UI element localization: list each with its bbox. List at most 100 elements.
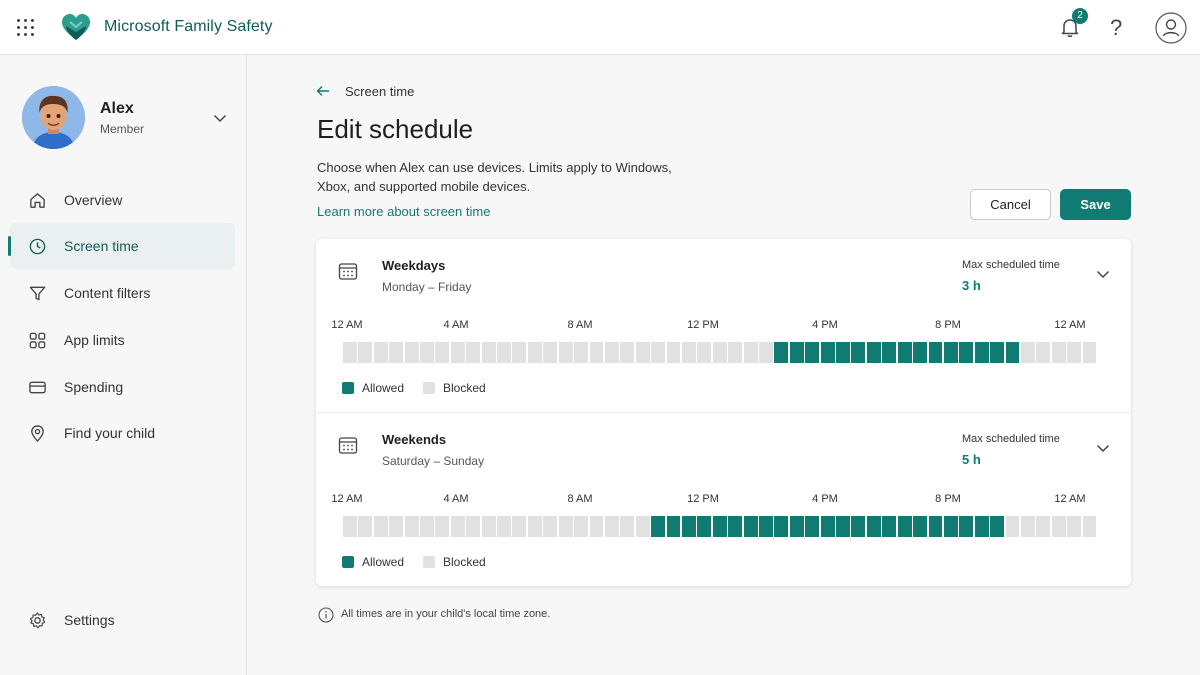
time-slot[interactable] [728,516,743,537]
time-slot[interactable] [604,516,619,537]
time-slot[interactable] [404,516,419,537]
time-slot[interactable] [389,516,404,537]
time-slot[interactable] [820,342,835,363]
time-slot[interactable] [666,516,681,537]
time-slot[interactable] [420,516,434,537]
profile-switcher[interactable]: Alex Member [22,86,232,150]
time-slot[interactable] [1020,516,1035,537]
time-slot[interactable] [943,342,958,363]
schedule-grid[interactable] [343,516,1098,537]
time-slot[interactable] [435,342,450,363]
time-slot[interactable] [497,342,511,363]
time-slot[interactable] [620,516,635,537]
time-slot[interactable] [589,342,604,363]
time-slot[interactable] [651,516,666,537]
help-icon[interactable]: ? [1110,15,1130,41]
time-slot[interactable] [728,342,743,363]
learn-more-link[interactable]: Learn more about screen time [317,204,490,219]
sidebar-item-overview[interactable]: Overview [10,177,235,223]
sidebar-item-screen-time[interactable]: Screen time [8,223,235,269]
time-slot[interactable] [358,342,373,363]
time-slot[interactable] [481,342,496,363]
time-slot[interactable] [743,342,758,363]
time-slot[interactable] [681,342,696,363]
chevron-down-icon[interactable] [1095,266,1111,282]
time-slot[interactable] [420,342,434,363]
time-slot[interactable] [866,342,881,363]
time-slot[interactable] [1005,342,1020,363]
time-slot[interactable] [497,516,511,537]
schedule-grid[interactable] [343,342,1098,363]
time-slot[interactable] [389,342,404,363]
time-slot[interactable] [466,342,481,363]
time-slot[interactable] [620,342,635,363]
time-slot[interactable] [1020,342,1035,363]
time-slot[interactable] [1051,516,1066,537]
time-slot[interactable] [635,516,650,537]
time-slot[interactable] [543,516,558,537]
time-slot[interactable] [712,342,727,363]
time-slot[interactable] [512,342,527,363]
time-slot[interactable] [974,342,989,363]
time-slot[interactable] [928,516,943,537]
time-slot[interactable] [651,342,666,363]
time-slot[interactable] [435,516,450,537]
time-slot[interactable] [774,516,789,537]
time-slot[interactable] [343,516,357,537]
app-launcher-icon[interactable] [17,19,35,37]
time-slot[interactable] [882,516,897,537]
time-slot[interactable] [836,342,850,363]
time-slot[interactable] [543,342,558,363]
save-button[interactable]: Save [1060,189,1131,220]
time-slot[interactable] [836,516,850,537]
time-slot[interactable] [681,516,696,537]
time-slot[interactable] [450,516,465,537]
time-slot[interactable] [959,342,974,363]
time-slot[interactable] [974,516,989,537]
sidebar-item-app-limits[interactable]: App limits [10,317,235,363]
time-slot[interactable] [574,516,589,537]
time-slot[interactable] [805,516,820,537]
time-slot[interactable] [882,342,897,363]
time-slot[interactable] [589,516,604,537]
time-slot[interactable] [1036,342,1051,363]
time-slot[interactable] [697,516,712,537]
time-slot[interactable] [512,516,527,537]
time-slot[interactable] [897,342,912,363]
time-slot[interactable] [743,516,758,537]
time-slot[interactable] [697,342,712,363]
time-slot[interactable] [990,342,1005,363]
breadcrumb[interactable]: Screen time [345,84,414,99]
time-slot[interactable] [343,342,357,363]
time-slot[interactable] [789,516,804,537]
time-slot[interactable] [481,516,496,537]
time-slot[interactable] [527,342,542,363]
time-slot[interactable] [789,342,804,363]
time-slot[interactable] [774,342,789,363]
time-slot[interactable] [404,342,419,363]
time-slot[interactable] [1051,342,1066,363]
time-slot[interactable] [373,342,388,363]
time-slot[interactable] [558,342,573,363]
time-slot[interactable] [1067,342,1082,363]
time-slot[interactable] [358,516,373,537]
time-slot[interactable] [805,342,820,363]
time-slot[interactable] [527,516,542,537]
sidebar-item-find-your-child[interactable]: Find your child [10,410,235,456]
time-slot[interactable] [851,342,866,363]
time-slot[interactable] [466,516,481,537]
back-arrow-icon[interactable] [315,83,331,99]
cancel-button[interactable]: Cancel [970,189,1051,220]
time-slot[interactable] [1005,516,1020,537]
time-slot[interactable] [450,342,465,363]
time-slot[interactable] [928,342,943,363]
time-slot[interactable] [759,342,773,363]
time-slot[interactable] [666,342,681,363]
time-slot[interactable] [1036,516,1051,537]
time-slot[interactable] [866,516,881,537]
sidebar-item-spending[interactable]: Spending [10,364,235,410]
account-icon[interactable] [1155,12,1187,44]
time-slot[interactable] [604,342,619,363]
time-slot[interactable] [712,516,727,537]
time-slot[interactable] [943,516,958,537]
